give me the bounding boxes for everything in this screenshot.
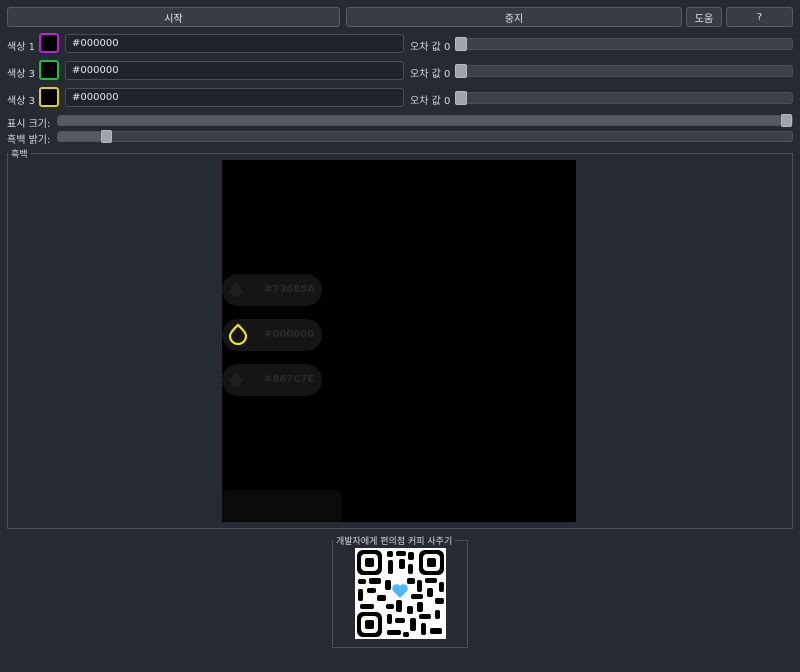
color-swatch-3[interactable]	[39, 87, 59, 107]
start-button[interactable]: 시작	[7, 7, 340, 27]
preview-group-title: 흑백	[8, 147, 31, 160]
brightness-label: 흑백 밝기:	[7, 135, 51, 146]
preview-bottom-shape	[222, 490, 342, 522]
display-size-label: 표시 크기:	[7, 119, 51, 130]
display-size-fill	[58, 116, 782, 125]
stop-button[interactable]: 중지	[346, 7, 682, 27]
donate-qr-code-icon[interactable]	[355, 548, 446, 639]
color-label: 색상 3	[7, 69, 35, 80]
hex-input-1[interactable]: #000000	[65, 34, 404, 53]
drop-icon	[230, 372, 242, 387]
color-row-1: 색상 1 #000000 오차 값 0	[0, 33, 800, 55]
tolerance-value: 0	[443, 96, 451, 107]
tolerance-slider-handle-1[interactable]	[455, 37, 467, 51]
preview-item: #73685A	[222, 274, 322, 306]
tolerance-slider-1[interactable]	[455, 38, 793, 50]
color-swatch-1[interactable]	[39, 33, 59, 53]
tolerance-slider-handle-2[interactable]	[455, 64, 467, 78]
color-swatch-2[interactable]	[39, 60, 59, 80]
drop-icon	[230, 282, 242, 297]
donate-group-title: 개발자에게 편의점 커피 사주기	[333, 534, 456, 547]
preview-canvas: #73685A #000000 #867C7E	[222, 160, 576, 522]
brightness-slider[interactable]	[57, 131, 793, 142]
color-row-3: 색상 3 #000000 오차 값 0	[0, 87, 800, 109]
hex-input-2[interactable]: #000000	[65, 61, 404, 80]
brightness-fill	[58, 132, 102, 141]
drop-icon-highlighted	[228, 323, 248, 345]
tolerance-value: 0	[443, 42, 451, 53]
preview-item: #867C7E	[222, 364, 322, 396]
tolerance-slider-2[interactable]	[455, 65, 793, 77]
tolerance-label: 오차 값 0	[410, 69, 451, 80]
hex-input-3[interactable]: #000000	[65, 88, 404, 107]
tolerance-label: 오차 값 0	[410, 42, 451, 53]
brightness-slider-handle[interactable]	[101, 130, 112, 143]
color-label: 색상 3	[7, 96, 35, 107]
preview-item-highlighted: #000000	[222, 319, 322, 351]
about-button[interactable]: ?	[726, 7, 793, 27]
display-size-slider-handle[interactable]	[781, 114, 792, 127]
help-button[interactable]: 도움	[686, 7, 722, 27]
color-label: 색상 1	[7, 42, 35, 53]
tolerance-value: 0	[443, 69, 451, 80]
tolerance-label: 오차 값 0	[410, 96, 451, 107]
tolerance-slider-3[interactable]	[455, 92, 793, 104]
color-row-2: 색상 3 #000000 오차 값 0	[0, 60, 800, 82]
tolerance-slider-handle-3[interactable]	[455, 91, 467, 105]
